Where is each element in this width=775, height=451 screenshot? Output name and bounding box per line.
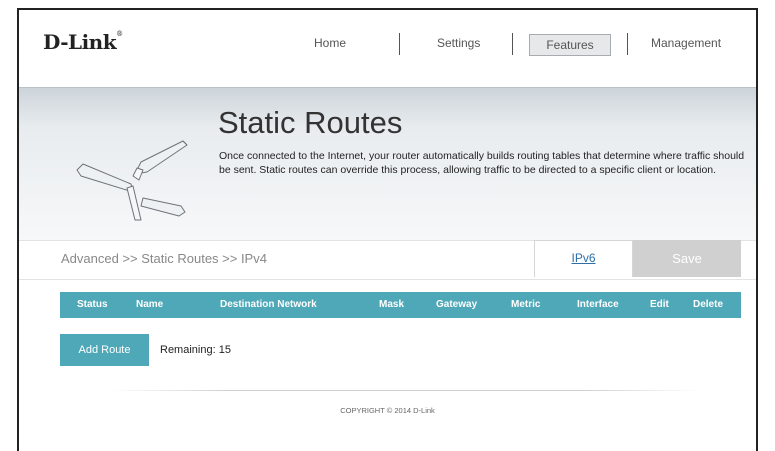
column-destination-network: Destination Network [220,299,317,310]
page-description: Once connected to the Internet, your rou… [219,150,745,176]
nav-divider [627,33,628,55]
column-metric: Metric [511,299,541,310]
nav-management[interactable]: Management [651,36,721,50]
column-name: Name [136,299,164,310]
nav-divider [512,33,513,55]
nav-features[interactable]: Features [529,34,611,56]
footer-divider [110,390,700,391]
page-title: Static Routes [218,105,403,140]
nav-divider [399,33,400,55]
signpost-icon [76,140,188,221]
dlink-logo: D-Link® [43,30,123,54]
save-button[interactable]: Save [633,240,741,277]
ipv6-link[interactable]: IPv6 [534,251,633,265]
nav-settings[interactable]: Settings [437,36,480,50]
column-gateway: Gateway [436,299,478,310]
trademark-mark: ® [116,30,123,38]
add-route-button[interactable]: Add Route [60,334,149,366]
copyright-text: COPYRIGHT © 2014 D-Link [340,406,435,415]
column-edit: Edit [650,299,669,310]
column-mask: Mask [379,299,405,310]
column-status: Status [77,299,108,310]
logo-text: D-Link [43,30,117,54]
column-delete: Delete [693,299,724,310]
breadcrumb: Advanced >> Static Routes >> IPv4 [61,251,267,266]
nav-home[interactable]: Home [314,36,346,50]
column-interface: Interface [577,299,619,310]
remaining-count: Remaining: 15 [160,344,231,356]
